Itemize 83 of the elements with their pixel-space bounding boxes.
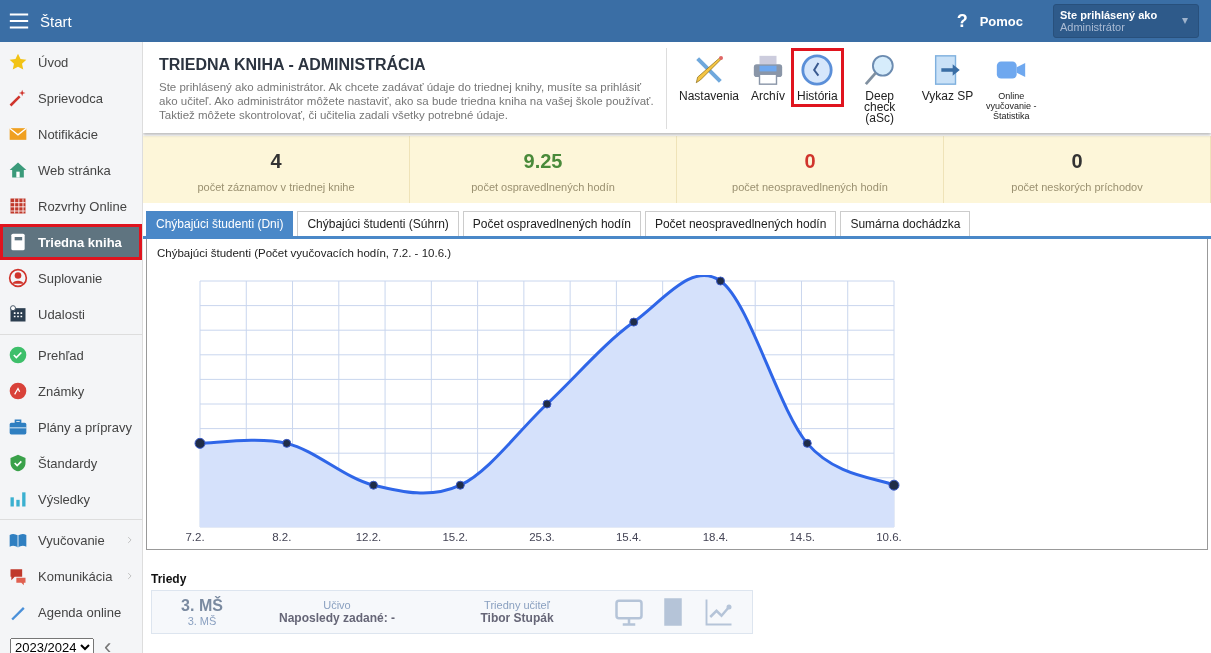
axis-label: 10.6. (875, 531, 903, 543)
axis-label: 25.3. (528, 531, 556, 543)
tab[interactable]: Chýbajúci študenti (Dni) (146, 211, 294, 236)
tab[interactable]: Chýbajúci študenti (Súhrn) (297, 211, 459, 236)
monitor-icon (612, 597, 646, 627)
sidebar-item[interactable]: Suplovanie (0, 260, 142, 296)
page-title: TRIEDNA KNIHA - ADMINISTRÁCIA (159, 56, 427, 74)
stat-value: 9.25 (522, 150, 564, 173)
sidebar-item[interactable]: Web stránka (0, 152, 142, 188)
stat-label: počet neospravedlnených hodín (731, 181, 889, 193)
tab[interactable]: Sumárna dochádzka (840, 211, 971, 236)
check-circle-icon (8, 345, 28, 365)
sidebar-item[interactable]: Udalosti (0, 296, 142, 332)
collapse-button[interactable]: ‹ (104, 636, 112, 653)
section-heading: Triedy (151, 572, 188, 586)
pencil-ruler-icon (692, 53, 726, 87)
caret-icon (1180, 18, 1190, 24)
toolbar-button[interactable]: Nastavenia (673, 48, 745, 107)
sidebar-item[interactable]: Štandardy (0, 445, 142, 481)
axis-label: 18.4. (701, 531, 730, 543)
bar-chart-icon (8, 489, 28, 509)
help-icon[interactable]: ? (956, 10, 968, 32)
house-icon (8, 160, 28, 180)
sidebar-item[interactable]: Vyučovanie (0, 522, 142, 558)
toolbar-button[interactable]: História (791, 48, 844, 107)
shield-icon (8, 453, 28, 473)
user-dropdown[interactable]: Ste prihlásený ako Administrátor (1053, 4, 1199, 38)
axis-label: 12.2. (354, 531, 383, 543)
axis-label: 8.2. (271, 531, 293, 543)
sidebar-item[interactable]: Notifikácie (0, 116, 142, 152)
field-label: Učivo (323, 599, 351, 611)
sidebar-item[interactable]: Sprievodca (0, 80, 142, 116)
sidebar-item[interactable]: Výsledky (0, 481, 142, 517)
briefcase-icon (8, 417, 28, 437)
axis-label: 15.2. (441, 531, 470, 543)
field-value: Naposledy zadané: - (279, 611, 395, 625)
star-icon (8, 52, 28, 72)
toolbar-button[interactable]: Vykaz SP (915, 48, 980, 107)
page-description: Ste prihlásený ako administrátor. Ak chcete zadávať údaje do triednej knihy, musíte sa prihlásiť ako učiteľ. Ako administrátor môžete nastaviť, ako sa bude triedna kniha na vašej škole používať. Taktiež môžete skontrolovať, či učitelia zadali všetky potrebné údaje. (159, 80, 654, 122)
toolbar-button[interactable]: Archív (745, 48, 791, 107)
chart-title: Chýbajúci študenti (Počet vyučovacích hodín, 7.2. - 10.6.) (157, 247, 453, 259)
tab[interactable]: Počet ospravedlnených hodín (462, 211, 641, 236)
axis-label: 14.5. (788, 531, 817, 543)
clock-icon (800, 53, 835, 87)
sidebar-item[interactable]: Agenda online (0, 594, 142, 630)
printer-icon (751, 53, 785, 87)
class-name: 3. MŠ (181, 597, 223, 615)
sidebar-item[interactable]: Rozvrhy Online (0, 188, 142, 224)
toolbar-button[interactable]: Online vyučovanie - Štatistika (979, 48, 1044, 126)
sidebar-item[interactable]: Plány a prípravy (0, 409, 142, 445)
axis-label: 7.2. (184, 531, 206, 543)
chevron-icon (127, 571, 134, 581)
axis-label: 15.4. (614, 531, 643, 543)
stat-value: 0 (1070, 150, 1084, 173)
chevron-icon (127, 535, 134, 545)
sidebar-item[interactable]: Triedna kniha (0, 224, 142, 260)
grade-icon (8, 381, 28, 401)
user-role: Administrátor (1060, 21, 1126, 33)
toolbar-button[interactable]: Deep check (aSc) (843, 48, 916, 129)
chat-icon (8, 566, 28, 586)
tab[interactable]: Počet neospravedlnených hodín (644, 211, 837, 236)
sidebar-item[interactable]: Komunikácia (0, 558, 142, 594)
stat-label: počet záznamov v triednej knihe (196, 181, 356, 193)
calendar-grid-icon (8, 196, 28, 216)
magnifier-icon (862, 53, 897, 87)
class-card[interactable]: 3. MŠ 3. MŠ Učivo Naposledy zadané: - Triedny učiteľ Tibor Stupák (151, 590, 753, 634)
class-subname: 3. MŠ (187, 615, 217, 627)
person-icon (8, 268, 28, 288)
year-select[interactable]: 2023/2024 (10, 637, 94, 653)
stat-value: 4 (269, 150, 283, 173)
calendar-icon (8, 304, 28, 324)
start-link[interactable]: Štart (40, 12, 72, 30)
field-label: Triedny učiteľ (484, 599, 550, 611)
stat-value: 0 (803, 150, 817, 173)
stat-label: počet ospravedlnených hodín (470, 181, 616, 193)
field-value: Tibor Stupák (480, 611, 554, 625)
sidebar-item[interactable]: Známky (0, 373, 142, 409)
stat-label: počet neskorých príchodov (1010, 181, 1144, 193)
user-label: Ste prihlásený ako (1060, 9, 1159, 21)
sidebar-item[interactable]: Prehľad (0, 337, 142, 373)
help-link[interactable]: Pomoc (979, 13, 1023, 29)
notebook-icon (8, 232, 28, 252)
sidebar-item[interactable]: Úvod (0, 44, 142, 80)
